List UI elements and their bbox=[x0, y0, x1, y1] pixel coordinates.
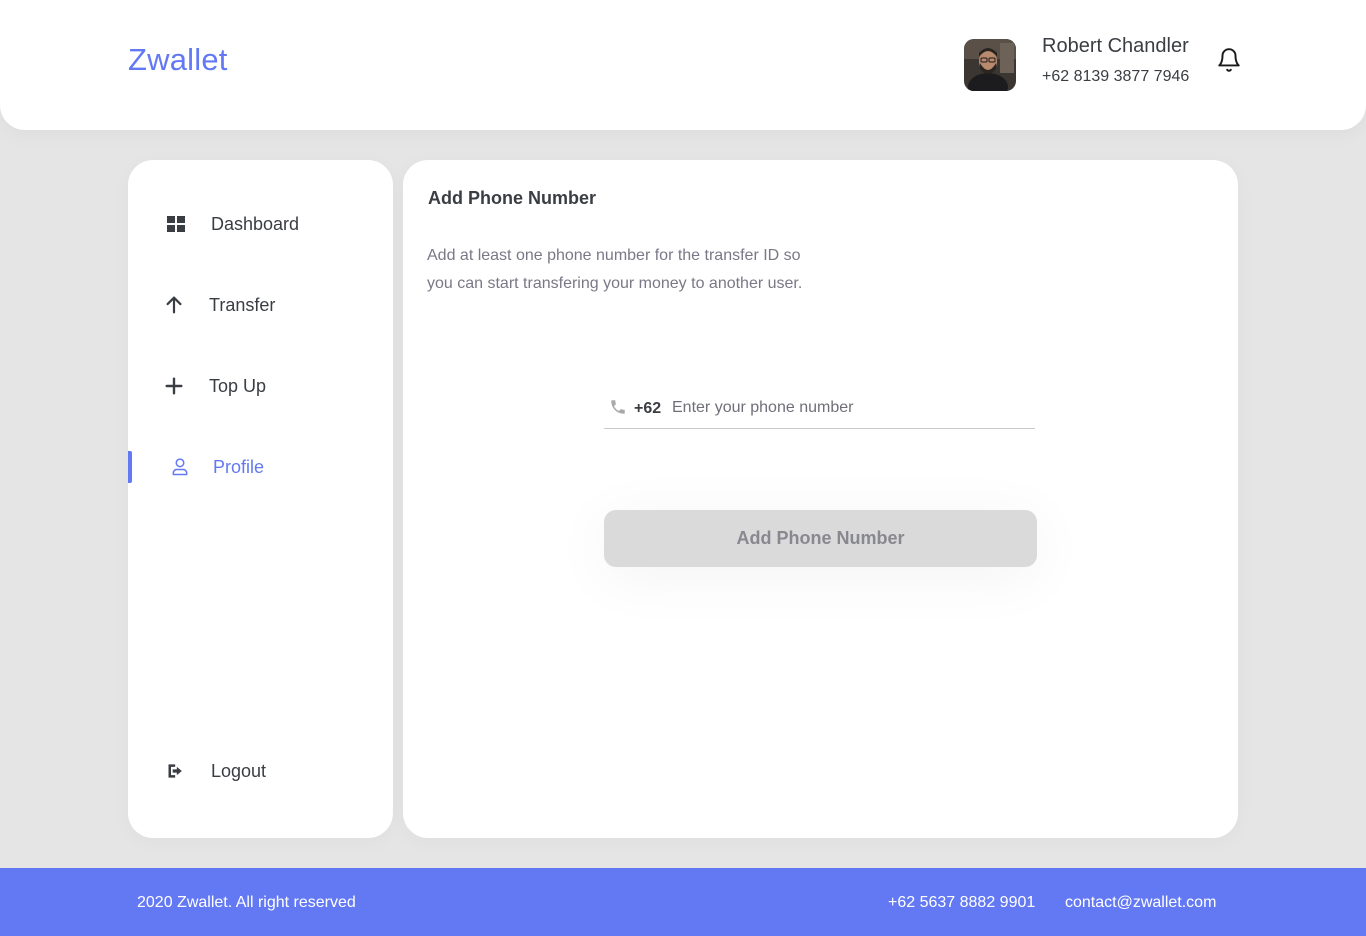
sidebar-item-dashboard[interactable]: Dashboard bbox=[128, 209, 393, 239]
footer-email[interactable]: contact@zwallet.com bbox=[1065, 894, 1216, 912]
arrow-up-icon bbox=[163, 294, 185, 316]
add-phone-panel: Add Phone Number Add at least one phone … bbox=[403, 160, 1238, 838]
phone-icon bbox=[609, 398, 627, 416]
bell-icon[interactable] bbox=[1216, 47, 1242, 73]
phone-number-input[interactable] bbox=[672, 394, 1027, 422]
sidebar-item-label: Profile bbox=[213, 456, 265, 477]
footer: 2020 Zwallet. All right reserved +62 563… bbox=[0, 868, 1366, 936]
sidebar-item-transfer[interactable]: Transfer bbox=[128, 290, 393, 320]
page-title: Add Phone Number bbox=[428, 188, 597, 208]
grid-icon bbox=[165, 213, 187, 235]
user-avatar[interactable] bbox=[964, 39, 1016, 91]
sidebar-item-profile[interactable]: Profile bbox=[128, 451, 393, 483]
description-line: Add at least one phone number for the tr… bbox=[427, 247, 801, 264]
brand-logo[interactable]: Zwallet bbox=[128, 42, 228, 78]
sidebar-item-label: Logout bbox=[211, 760, 267, 781]
active-indicator bbox=[128, 451, 132, 483]
sidebar-item-label: Top Up bbox=[209, 375, 267, 396]
top-header: Zwallet Robert Chandler +62 8139 3877 79… bbox=[0, 0, 1366, 130]
user-icon bbox=[169, 456, 191, 478]
sidebar-item-top-up[interactable]: Top Up bbox=[128, 371, 393, 401]
user-name: Robert Chandler bbox=[1042, 35, 1189, 57]
page-description: Add at least one phone number for the tr… bbox=[427, 242, 827, 298]
phone-field: +62 bbox=[604, 390, 1035, 429]
sidebar-item-label: Transfer bbox=[209, 294, 276, 315]
country-code-prefix: +62 bbox=[634, 400, 662, 417]
sidebar: Dashboard Transfer Top Up Profile Logout bbox=[128, 160, 393, 838]
sidebar-item-logout[interactable]: Logout bbox=[128, 756, 393, 786]
user-photo-avatar bbox=[964, 39, 1016, 91]
add-phone-number-button[interactable]: Add Phone Number bbox=[604, 510, 1037, 567]
description-line: you can start transfering your money to … bbox=[427, 275, 803, 292]
logout-icon bbox=[165, 760, 187, 782]
footer-copyright: 2020 Zwallet. All right reserved bbox=[137, 894, 356, 911]
sidebar-item-label: Dashboard bbox=[211, 213, 300, 234]
footer-phone: +62 5637 8882 9901 bbox=[888, 894, 1036, 911]
plus-icon bbox=[163, 375, 185, 397]
user-phone: +62 8139 3877 7946 bbox=[1042, 68, 1190, 85]
